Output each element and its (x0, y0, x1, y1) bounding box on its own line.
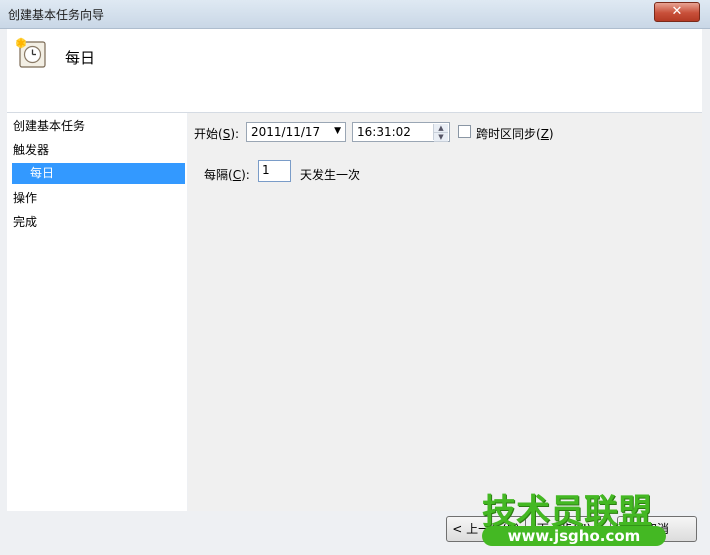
nav-item-create-basic-task[interactable]: 创建基本任务 (13, 117, 85, 134)
recur-unit-label: 天发生一次 (300, 168, 361, 182)
recur-days-input[interactable]: 1 (258, 160, 291, 182)
wizard-window: 创建基本任务向导 ✕ 每日 创建基本任务 触发器 每日 操作 完成 开始(S):… (0, 0, 710, 555)
start-date-picker[interactable]: 2011/11/17 ▼ (246, 122, 346, 142)
recur-label: 每隔(C): (204, 168, 250, 182)
start-time-value: 16:31:02 (357, 125, 411, 139)
spin-up-icon[interactable]: ▲ (434, 124, 448, 133)
page-title: 每日 (65, 49, 96, 67)
start-label: 开始(S): (194, 127, 240, 141)
close-button[interactable]: ✕ (654, 2, 700, 22)
window-title: 创建基本任务向导 (8, 8, 105, 22)
clock-calendar-icon (16, 37, 46, 68)
time-spin-buttons[interactable]: ▲ ▼ (433, 124, 448, 142)
start-time-spinner[interactable]: 16:31:02 ▲ ▼ (352, 122, 450, 142)
close-icon: ✕ (671, 4, 683, 19)
wizard-header: 每日 (7, 29, 702, 113)
spin-down-icon[interactable]: ▼ (434, 133, 448, 142)
title-bar: 创建基本任务向导 ✕ (0, 0, 710, 29)
nav-item-daily[interactable]: 每日 (12, 163, 185, 184)
wizard-nav: 创建基本任务 触发器 每日 操作 完成 (7, 113, 187, 511)
nav-item-action[interactable]: 操作 (13, 189, 37, 206)
watermark-url: www.jsgho.com (482, 526, 666, 546)
nav-item-finish[interactable]: 完成 (13, 213, 37, 230)
sync-timezone-checkbox[interactable] (458, 125, 471, 138)
chevron-down-icon[interactable]: ▼ (334, 126, 341, 136)
sync-timezone-label: 跨时区同步(Z) (476, 127, 554, 141)
watermark: 技术员联盟 www.jsgho.com (478, 484, 666, 546)
wizard-content: 开始(S): 2011/11/17 ▼ 16:31:02 ▲ ▼ 跨时区同步(Z… (188, 113, 702, 511)
start-date-value: 2011/11/17 (251, 125, 321, 139)
nav-item-trigger[interactable]: 触发器 (13, 141, 49, 158)
